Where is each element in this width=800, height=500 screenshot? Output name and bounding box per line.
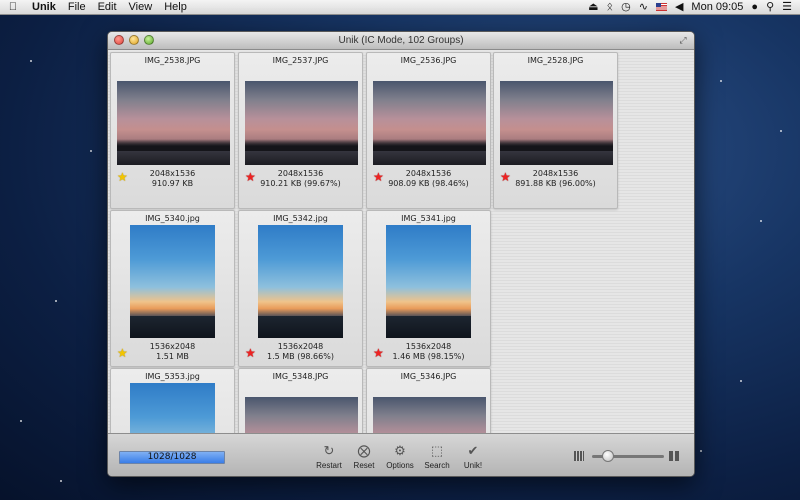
- menu-edit[interactable]: Edit: [92, 0, 123, 14]
- image-size: 1.46 MB (98.15%): [392, 352, 465, 361]
- image-resolution: 2048x1536: [149, 169, 196, 178]
- options-button[interactable]: ⚙ Options: [384, 443, 416, 471]
- image-filename: IMG_5340.jpg: [145, 214, 200, 223]
- eject-icon[interactable]: ⏏: [588, 0, 598, 14]
- image-card[interactable]: IMG_5348.JPG: [238, 368, 363, 434]
- image-resolution: 1536x2048: [405, 342, 452, 351]
- image-size: 908.09 KB (98.46%): [388, 179, 469, 188]
- large-grid-icon[interactable]: [669, 451, 679, 461]
- restart-button[interactable]: ↻ Restart: [314, 443, 344, 471]
- menu-clock[interactable]: Mon 09:05: [691, 0, 743, 14]
- image-card[interactable]: IMG_2538.JPG ★ 2048x1536 910.97 KB: [110, 52, 235, 209]
- image-thumbnail[interactable]: [130, 225, 215, 338]
- image-thumbnail[interactable]: [373, 81, 486, 165]
- search-icon: ⬚: [430, 443, 444, 458]
- image-thumbnail[interactable]: [386, 225, 471, 338]
- image-resolution: 2048x1536: [277, 169, 324, 178]
- input-source-flag-icon[interactable]: [655, 3, 667, 11]
- unik-button[interactable]: ✔ Unik!: [460, 443, 486, 471]
- zoom-slider-knob[interactable]: [602, 450, 614, 462]
- menu-app-name[interactable]: Unik: [26, 0, 62, 14]
- image-size: 910.97 KB: [151, 179, 194, 188]
- image-filename: IMG_2536.JPG: [400, 56, 457, 65]
- image-card[interactable]: IMG_5342.jpg ★ 1536x2048 1.5 MB (98.66%): [238, 210, 363, 367]
- image-size: 1.51 MB: [156, 352, 189, 361]
- fullscreen-icon[interactable]: ⤢: [678, 35, 688, 45]
- image-thumbnail[interactable]: [245, 397, 358, 434]
- reset-label: Reset: [353, 461, 375, 470]
- options-label: Options: [386, 461, 414, 470]
- bluetooth-icon[interactable]: ᛟ: [607, 0, 614, 14]
- image-resolution: 1536x2048: [277, 342, 324, 351]
- wifi-icon[interactable]: ∿: [639, 0, 648, 14]
- spotlight-search-icon[interactable]: ⚲: [766, 0, 774, 14]
- image-size: 910.21 KB (99.67%): [260, 179, 341, 188]
- image-card[interactable]: IMG_5353.jpg: [110, 368, 235, 434]
- unik-window: Unik (IC Mode, 102 Groups) ⤢ IMG_2538.JP…: [107, 31, 695, 477]
- image-thumbnail[interactable]: [258, 225, 343, 338]
- reset-button[interactable]: ⨂ Reset: [351, 443, 377, 471]
- image-resolution: 1536x2048: [149, 342, 196, 351]
- restart-label: Restart: [316, 461, 342, 470]
- search-label: Search: [424, 461, 450, 470]
- image-thumbnail[interactable]: [500, 81, 613, 165]
- small-grid-icon[interactable]: [574, 451, 584, 461]
- image-filename: IMG_2528.JPG: [527, 56, 584, 65]
- menu-help[interactable]: Help: [158, 0, 193, 14]
- image-card[interactable]: IMG_5346.JPG: [366, 368, 491, 434]
- menu-bar:  Unik File Edit View Help ⏏ ᛟ ◷ ∿ ◀ Mon…: [0, 0, 800, 15]
- image-thumbnail[interactable]: [245, 81, 358, 165]
- image-resolution: 2048x1536: [532, 169, 579, 178]
- notification-center-icon[interactable]: ☰: [782, 0, 792, 14]
- image-size: 1.5 MB (98.66%): [267, 352, 334, 361]
- zoom-button[interactable]: [144, 35, 154, 45]
- gear-icon: ⚙: [394, 443, 406, 458]
- window-titlebar[interactable]: Unik (IC Mode, 102 Groups) ⤢: [108, 32, 694, 50]
- image-card[interactable]: IMG_2537.JPG ★ 2048x1536 910.21 KB (99.6…: [238, 52, 363, 209]
- restart-icon: ↻: [323, 443, 335, 458]
- image-filename: IMG_5348.JPG: [272, 372, 329, 381]
- image-filename: IMG_2538.JPG: [144, 56, 201, 65]
- search-button[interactable]: ⬚ Search: [422, 443, 452, 471]
- minimize-button[interactable]: [129, 35, 139, 45]
- image-card[interactable]: IMG_5341.jpg ★ 1536x2048 1.46 MB (98.15%…: [366, 210, 491, 367]
- image-resolution: 2048x1536: [405, 169, 452, 178]
- image-card[interactable]: IMG_5340.jpg ★ 1536x2048 1.51 MB: [110, 210, 235, 367]
- image-filename: IMG_5346.JPG: [400, 372, 457, 381]
- unik-label: Unik!: [463, 461, 483, 470]
- progress-bar: 1028/1028: [119, 451, 225, 464]
- image-thumbnail[interactable]: [117, 81, 230, 165]
- image-grid[interactable]: IMG_2538.JPG ★ 2048x1536 910.97 KB IMG_2…: [108, 50, 694, 434]
- user-icon[interactable]: ●: [751, 0, 758, 14]
- image-filename: IMG_2537.JPG: [272, 56, 329, 65]
- image-size: 891.88 KB (96.00%): [515, 179, 596, 188]
- volume-icon[interactable]: ◀: [675, 0, 683, 14]
- image-card[interactable]: IMG_2536.JPG ★ 2048x1536 908.09 KB (98.4…: [366, 52, 491, 209]
- image-filename: IMG_5341.jpg: [401, 214, 456, 223]
- image-thumbnail[interactable]: [130, 383, 215, 434]
- image-filename: IMG_5353.jpg: [145, 372, 200, 381]
- image-card[interactable]: IMG_2528.JPG ★ 2048x1536 891.88 KB (96.0…: [493, 52, 618, 209]
- menu-file[interactable]: File: [62, 0, 92, 14]
- window-title: Unik (IC Mode, 102 Groups): [338, 35, 464, 46]
- reset-icon: ⨂: [357, 443, 371, 458]
- bottom-toolbar: 1028/1028 ↻ Restart ⨂ Reset ⚙ Options ⬚ …: [108, 433, 694, 476]
- checkmark-icon: ✔: [467, 443, 479, 458]
- apple-menu-icon[interactable]: : [0, 0, 26, 14]
- close-button[interactable]: [114, 35, 124, 45]
- image-filename: IMG_5342.jpg: [273, 214, 328, 223]
- time-machine-icon[interactable]: ◷: [621, 0, 631, 14]
- image-thumbnail[interactable]: [373, 397, 486, 434]
- menu-view[interactable]: View: [123, 0, 159, 14]
